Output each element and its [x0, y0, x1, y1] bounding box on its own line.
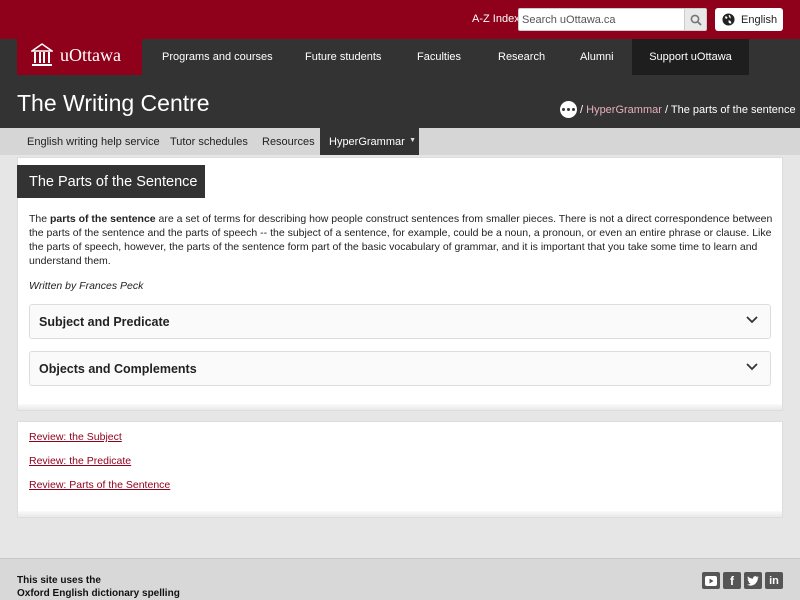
search-box	[518, 8, 707, 31]
search-icon	[690, 14, 702, 26]
chevron-down-icon	[746, 316, 758, 324]
review-panel	[17, 421, 783, 518]
uottawa-logo[interactable]: uOttawa	[17, 35, 142, 75]
accordion-objects-complements[interactable]: Objects and Complements	[29, 351, 771, 386]
review-subject-link[interactable]: Review: the Subject	[29, 431, 122, 443]
breadcrumb-current: The parts of the sentence	[670, 104, 796, 116]
breadcrumb-separator: /	[580, 104, 584, 116]
site-title[interactable]: The Writing Centre	[17, 90, 210, 117]
accordion-title: Subject and Predicate	[39, 314, 170, 329]
spelling-notice-line2: Oxford English dictionary spelling	[17, 588, 180, 599]
review-parts-link[interactable]: Review: Parts of the Sentence	[29, 479, 170, 491]
subnav-tutor-schedules[interactable]: Tutor schedules	[170, 128, 248, 155]
nav-faculties[interactable]: Faculties	[417, 39, 461, 75]
accordion-subject-predicate[interactable]: Subject and Predicate	[29, 304, 771, 339]
twitter-icon[interactable]	[744, 572, 762, 589]
nav-programs[interactable]: Programs and courses	[162, 39, 273, 75]
globe-icon	[722, 13, 735, 26]
spelling-notice-line1: This site uses the	[17, 575, 101, 586]
nav-support[interactable]: Support uOttawa	[632, 39, 749, 75]
nav-research[interactable]: Research	[498, 39, 545, 75]
facebook-icon[interactable]: f	[723, 572, 741, 589]
search-button[interactable]	[684, 9, 706, 30]
search-input[interactable]	[522, 11, 682, 29]
university-building-icon	[31, 43, 53, 66]
az-index-link[interactable]: A-Z Index	[472, 13, 520, 25]
spelling-notice: This site uses the Oxford English dictio…	[17, 574, 180, 600]
intro-paragraph: The parts of the sentence are a set of t…	[29, 212, 773, 268]
subnav-writing-help[interactable]: English writing help service	[27, 128, 160, 155]
breadcrumb: / HyperGrammar / The parts of the senten…	[580, 104, 796, 116]
nav-alumni[interactable]: Alumni	[580, 39, 614, 75]
accordion-title: Objects and Complements	[39, 361, 197, 376]
breadcrumb-hypergrammar[interactable]: HyperGrammar	[586, 104, 662, 116]
page-title: The Parts of the Sentence	[17, 165, 205, 198]
language-button[interactable]: English	[715, 8, 783, 31]
intro-the: The	[29, 213, 48, 225]
subnav-hypergrammar-label: HyperGrammar	[329, 135, 405, 148]
language-label: English	[741, 13, 778, 26]
logo-text: uOttawa	[60, 44, 121, 65]
chevron-down-icon	[746, 363, 758, 371]
review-predicate-link[interactable]: Review: the Predicate	[29, 455, 131, 467]
subnav-resources[interactable]: Resources	[262, 128, 315, 155]
caret-down-icon: ▼	[409, 137, 416, 144]
subnav-hypergrammar[interactable]: HyperGrammar ▼	[320, 128, 419, 155]
linkedin-icon[interactable]: in	[765, 572, 783, 589]
youtube-icon[interactable]	[702, 572, 720, 589]
nav-future-students[interactable]: Future students	[305, 39, 381, 75]
breadcrumb-more-icon[interactable]	[560, 101, 577, 118]
intro-bold-term: parts of the sentence	[50, 213, 156, 225]
author-credit: Written by Frances Peck	[29, 280, 144, 292]
breadcrumb-separator: /	[664, 104, 669, 116]
